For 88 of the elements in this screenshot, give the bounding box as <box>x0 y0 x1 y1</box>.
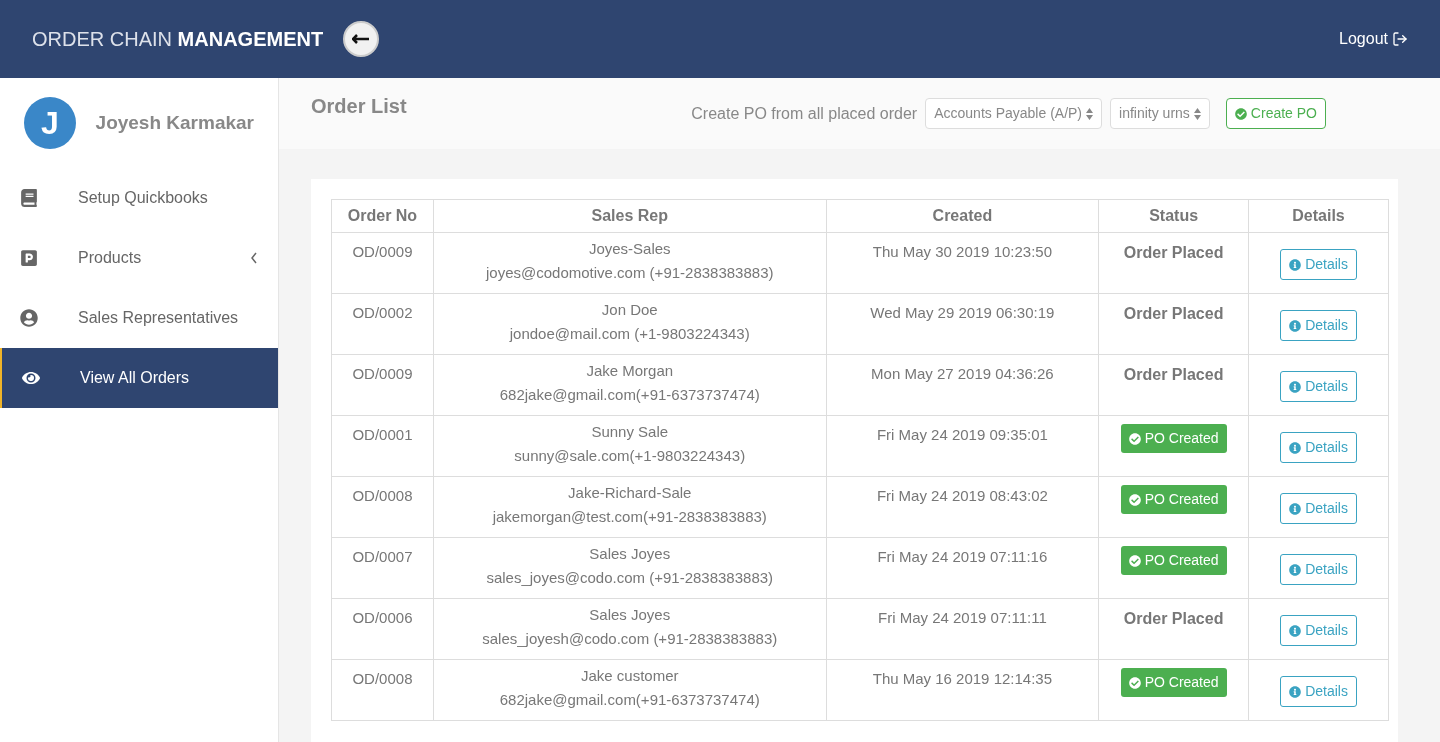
rep-contact: 682jake@gmail.com(+91-6373737474) <box>498 690 761 710</box>
user-icon <box>20 309 38 327</box>
column-header: Order No <box>331 199 434 233</box>
parking-icon <box>20 249 38 267</box>
info-icon <box>1289 258 1302 271</box>
table-cell: Fri May 24 2019 09:35:01 <box>826 415 1099 477</box>
table-cell: Thu May 30 2019 10:23:50 <box>826 232 1099 294</box>
sidebar-item[interactable]: Products <box>0 228 278 288</box>
sidebar-item[interactable]: View All Orders <box>0 348 278 408</box>
details-button[interactable]: Details <box>1280 554 1357 585</box>
table-cell: OD/0006 <box>331 598 434 660</box>
info-icon <box>1289 319 1302 332</box>
table-cell: Thu May 16 2019 12:14:35 <box>826 659 1099 721</box>
rep-name: Jon Doe <box>600 300 659 320</box>
check-icon <box>1128 432 1141 445</box>
rep-contact: 682jake@gmail.com(+91-6373737474) <box>498 385 761 405</box>
table-cell: OD/0008 <box>331 476 434 538</box>
rep-contact: sunny@sale.com(+1-9803224343) <box>513 446 747 466</box>
details-button[interactable]: Details <box>1280 432 1357 463</box>
table-cell: OD/0007 <box>331 537 434 599</box>
details-button[interactable]: Details <box>1280 676 1357 707</box>
rep-contact: joyes@codomotive.com (+91-2838383883) <box>484 263 775 283</box>
sort-arrows-icon <box>1086 107 1094 120</box>
sidebar-item[interactable]: Sales Representatives <box>0 288 278 348</box>
rep-contact: jondoe@mail.com (+1-9803224343) <box>508 324 751 344</box>
sort-arrows-icon <box>1193 107 1201 120</box>
status-text: Order Placed <box>1123 244 1224 261</box>
check-icon <box>1128 676 1141 689</box>
rep-name: Joyes-Sales <box>587 239 672 259</box>
info-icon <box>1289 380 1302 393</box>
column-header: Details <box>1248 199 1389 233</box>
details-button[interactable]: Details <box>1280 371 1357 402</box>
table-cell: Mon May 27 2019 04:36:26 <box>826 354 1099 416</box>
table-cell: Fri May 24 2019 08:43:02 <box>826 476 1099 538</box>
eye-icon <box>22 369 40 387</box>
status-text: Order Placed <box>1123 366 1224 383</box>
rep-name: Jake-Richard-Sale <box>567 483 693 503</box>
create-po-button[interactable]: Create PO <box>1225 98 1326 129</box>
status-badge: PO Created <box>1120 424 1227 453</box>
rep-contact: sales_joyes@codo.com (+91-2838383883) <box>485 568 775 588</box>
table-cell: OD/0001 <box>331 415 434 477</box>
status-text: Order Placed <box>1123 305 1224 322</box>
status-badge: PO Created <box>1120 668 1227 697</box>
check-icon <box>1128 554 1141 567</box>
table-cell: Wed May 29 2019 06:30:19 <box>826 293 1099 355</box>
info-icon <box>1289 685 1302 698</box>
rep-contact: sales_joyesh@codo.com (+91-2838383883) <box>481 629 779 649</box>
info-icon <box>1289 563 1302 576</box>
status-badge: PO Created <box>1120 485 1227 514</box>
check-icon <box>1128 493 1141 506</box>
account-select[interactable]: Accounts Payable (A/P) <box>925 98 1103 129</box>
page-title: Order List <box>311 93 407 119</box>
details-button[interactable]: Details <box>1280 310 1357 341</box>
po-label: Create PO from all placed order <box>691 103 918 124</box>
sidebar-item[interactable]: Setup Quickbooks <box>0 168 278 228</box>
table-cell: OD/0009 <box>331 232 434 294</box>
rep-name: Sales Joyes <box>588 544 672 564</box>
back-button[interactable] <box>343 21 380 57</box>
info-icon <box>1289 624 1302 637</box>
column-header: Created <box>826 199 1099 233</box>
rep-name: Sunny Sale <box>590 422 670 442</box>
details-button[interactable]: Details <box>1280 493 1357 524</box>
table-cell: Fri May 24 2019 07:11:16 <box>826 537 1099 599</box>
vendor-select[interactable]: infinity urns <box>1110 98 1210 129</box>
table-cell: OD/0002 <box>331 293 434 355</box>
logout-icon <box>1392 31 1408 47</box>
status-badge: PO Created <box>1120 546 1227 575</box>
user-avatar: J <box>24 97 76 149</box>
rep-name: Jake Morgan <box>585 361 675 381</box>
app-title: ORDER CHAIN MANAGEMENT <box>32 27 324 52</box>
user-name: Joyesh Karmakar <box>95 110 254 135</box>
details-button[interactable]: Details <box>1280 249 1357 280</box>
column-header: Sales Rep <box>433 199 827 233</box>
rep-contact: jakemorgan@test.com(+91-2838383883) <box>491 507 768 527</box>
rep-name: Jake customer <box>579 666 680 686</box>
details-button[interactable]: Details <box>1280 615 1357 646</box>
logout-link[interactable]: Logout <box>1339 27 1408 51</box>
status-text: Order Placed <box>1123 610 1224 627</box>
table-cell: Fri May 24 2019 07:11:11 <box>826 598 1099 660</box>
table-cell: OD/0008 <box>331 659 434 721</box>
rep-name: Sales Joyes <box>588 605 672 625</box>
info-icon <box>1289 441 1302 454</box>
left-arrow-icon <box>352 34 371 44</box>
info-icon <box>1289 502 1302 515</box>
column-header: Status <box>1098 199 1249 233</box>
book-icon <box>20 189 38 207</box>
table-cell: OD/0009 <box>331 354 434 416</box>
check-icon <box>1234 107 1247 120</box>
